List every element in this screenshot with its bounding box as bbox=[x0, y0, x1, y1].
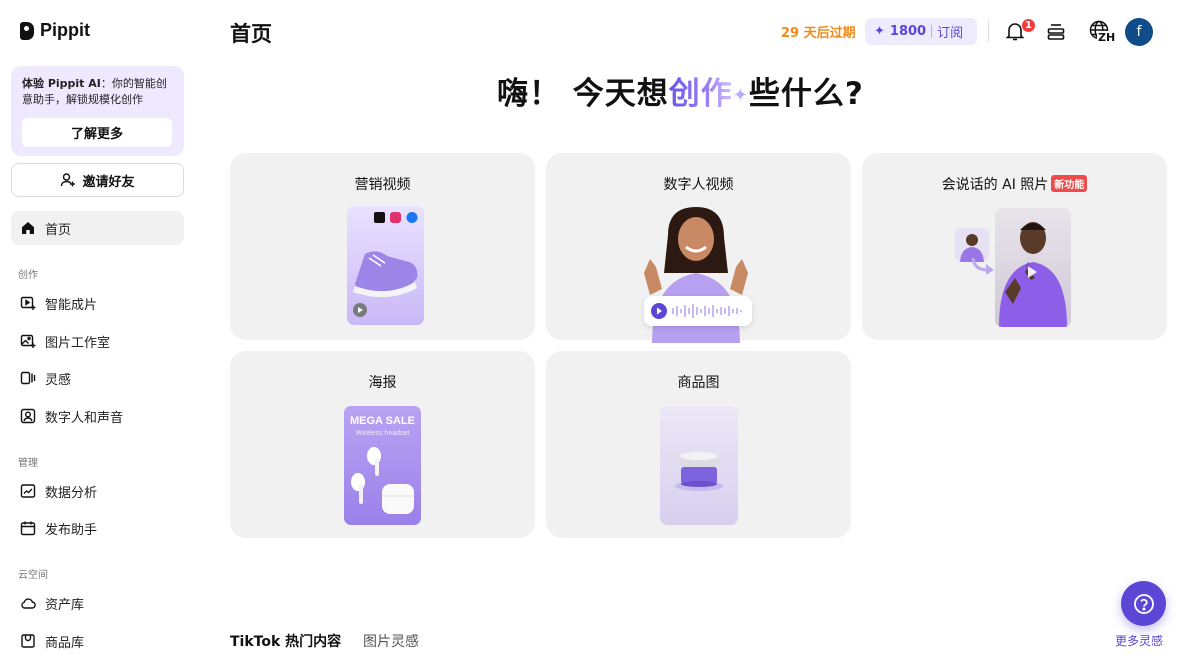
nav-section-create: 创作 bbox=[18, 270, 38, 281]
card-title: 会说话的 AI 照片 新功能 bbox=[862, 174, 1167, 194]
sidebar-item-products[interactable]: 商品库 bbox=[11, 624, 184, 654]
language-label[interactable]: ZH bbox=[1097, 31, 1116, 44]
sidebar-item-assets[interactable]: 资产库 bbox=[11, 586, 184, 620]
product-thumbnail bbox=[660, 406, 738, 525]
logo[interactable]: Pippit bbox=[20, 20, 90, 41]
sidebar-item-home[interactable]: 首页 bbox=[11, 211, 184, 245]
audio-waveform-bar bbox=[644, 296, 752, 326]
header-divider bbox=[988, 20, 989, 42]
waveform-icon bbox=[651, 303, 742, 319]
avatar-voice-icon bbox=[20, 408, 36, 424]
sidebar-item-label: 数字人和声音 bbox=[45, 410, 124, 426]
video-plus-icon bbox=[20, 295, 36, 311]
sidebar-item-label: 数据分析 bbox=[45, 485, 98, 501]
sidebar-item-inspiration[interactable]: 灵感 bbox=[11, 361, 184, 395]
hero-text-end: 些什么? bbox=[748, 76, 864, 112]
sidebar-item-label: 商品库 bbox=[45, 635, 85, 651]
promo-title: 体验 Pippit AI bbox=[22, 77, 101, 90]
notification-badge: 1 bbox=[1021, 18, 1036, 33]
image-plus-icon bbox=[20, 333, 36, 349]
card-talking-photo[interactable]: 会说话的 AI 照片 新功能 bbox=[862, 153, 1167, 340]
nav-section-manage: 管理 bbox=[18, 458, 38, 469]
page-title: 首页 bbox=[230, 22, 272, 46]
trial-expiry-text[interactable]: 29 天后过期 bbox=[781, 22, 856, 41]
card-title: 营销视频 bbox=[354, 177, 411, 193]
card-title-text: 会说话的 AI 照片 bbox=[941, 177, 1049, 193]
card-avatar-video[interactable]: 数字人视频 bbox=[546, 153, 851, 343]
invite-label: 邀请好友 bbox=[82, 174, 135, 190]
sidebar-item-smart-video[interactable]: 智能成片 bbox=[11, 286, 184, 320]
card-title: 海报 bbox=[368, 375, 397, 391]
promo-card: 体验 Pippit AI：你的智能创意助手，解锁规模化创作 了解更多 bbox=[11, 66, 184, 156]
learn-more-button[interactable]: 了解更多 bbox=[22, 118, 172, 147]
promo-text: 体验 Pippit AI：你的智能创意助手，解锁规模化创作 bbox=[22, 76, 173, 108]
card-marketing-video[interactable]: 营销视频 bbox=[230, 153, 535, 340]
user-avatar[interactable]: f bbox=[1125, 18, 1153, 46]
sidebar-item-label: 首页 bbox=[45, 222, 72, 238]
transform-arrow-icon bbox=[971, 257, 994, 275]
sidebar-item-label: 资产库 bbox=[45, 597, 85, 613]
poster-thumbnail: MEGA SALE Wireless headset bbox=[344, 406, 421, 525]
card-title: 商品图 bbox=[677, 375, 720, 391]
help-button[interactable] bbox=[1121, 581, 1166, 626]
tab-tiktok-trending[interactable]: TikTok 热门内容 bbox=[230, 631, 341, 651]
credits-count: 1800 bbox=[889, 24, 927, 39]
pippit-logo-icon bbox=[20, 21, 34, 40]
poster-title: MEGA SALE bbox=[350, 415, 415, 427]
sidebar-item-label: 灵感 bbox=[45, 372, 72, 388]
tab-image-inspiration[interactable]: 图片灵感 bbox=[363, 631, 419, 651]
poster-subtitle: Wireless headset bbox=[355, 430, 410, 437]
card-title: 数字人视频 bbox=[663, 177, 734, 193]
analytics-icon bbox=[20, 483, 36, 499]
sparkle-icon: ✦ bbox=[732, 85, 749, 106]
product-box-icon bbox=[20, 633, 36, 649]
sidebar: Pippit 体验 Pippit AI：你的智能创意助手，解锁规模化创作 了解更… bbox=[0, 0, 196, 654]
hero-heading: 嗨！ 今天想创作✦些什么? bbox=[497, 68, 864, 113]
hero-highlight: 创作 bbox=[668, 76, 733, 112]
sidebar-item-analytics[interactable]: 数据分析 bbox=[11, 474, 184, 508]
sidebar-item-avatar-voice[interactable]: 数字人和声音 bbox=[11, 399, 184, 433]
talking-photo-thumbnail bbox=[995, 208, 1071, 327]
cloud-icon bbox=[20, 595, 36, 611]
brand-name: Pippit bbox=[40, 20, 90, 40]
inspiration-icon bbox=[20, 370, 36, 386]
sidebar-item-label: 智能成片 bbox=[45, 297, 98, 313]
talking-person-illustration bbox=[999, 222, 1067, 327]
subscribe-link[interactable]: 订阅 bbox=[937, 22, 963, 41]
credits-divider bbox=[931, 25, 933, 38]
sidebar-item-label: 发布助手 bbox=[45, 522, 98, 538]
more-inspiration-link[interactable]: 更多灵感 bbox=[1115, 632, 1163, 649]
cream-jar-illustration bbox=[675, 452, 723, 491]
card-product-image[interactable]: 商品图 bbox=[546, 351, 851, 538]
shoe-thumbnail bbox=[347, 206, 424, 325]
hero-text-start: 嗨！ 今天想 bbox=[497, 76, 669, 112]
sparkle-icon: ✦ bbox=[874, 24, 885, 39]
app-root: Pippit 体验 Pippit AI：你的智能创意助手，解锁规模化创作 了解更… bbox=[0, 0, 1197, 654]
sidebar-item-label: 图片工作室 bbox=[45, 335, 111, 351]
nav-section-cloud: 云空间 bbox=[18, 570, 48, 581]
credits-badge[interactable]: ✦ 1800 订阅 bbox=[865, 18, 977, 45]
new-feature-badge: 新功能 bbox=[1051, 175, 1088, 192]
add-user-icon bbox=[60, 172, 76, 188]
card-poster[interactable]: 海报 MEGA SALE Wireless headset bbox=[230, 351, 535, 538]
layers-icon[interactable] bbox=[1046, 21, 1066, 45]
home-icon bbox=[20, 220, 36, 236]
invite-friends-button[interactable]: 邀请好友 bbox=[11, 163, 184, 197]
shoe-illustration bbox=[353, 212, 418, 317]
sidebar-item-image-studio[interactable]: 图片工作室 bbox=[11, 324, 184, 358]
sidebar-item-publisher[interactable]: 发布助手 bbox=[11, 511, 184, 545]
calendar-icon bbox=[20, 520, 36, 536]
question-icon bbox=[1133, 593, 1154, 614]
earbuds-illustration bbox=[351, 447, 414, 514]
